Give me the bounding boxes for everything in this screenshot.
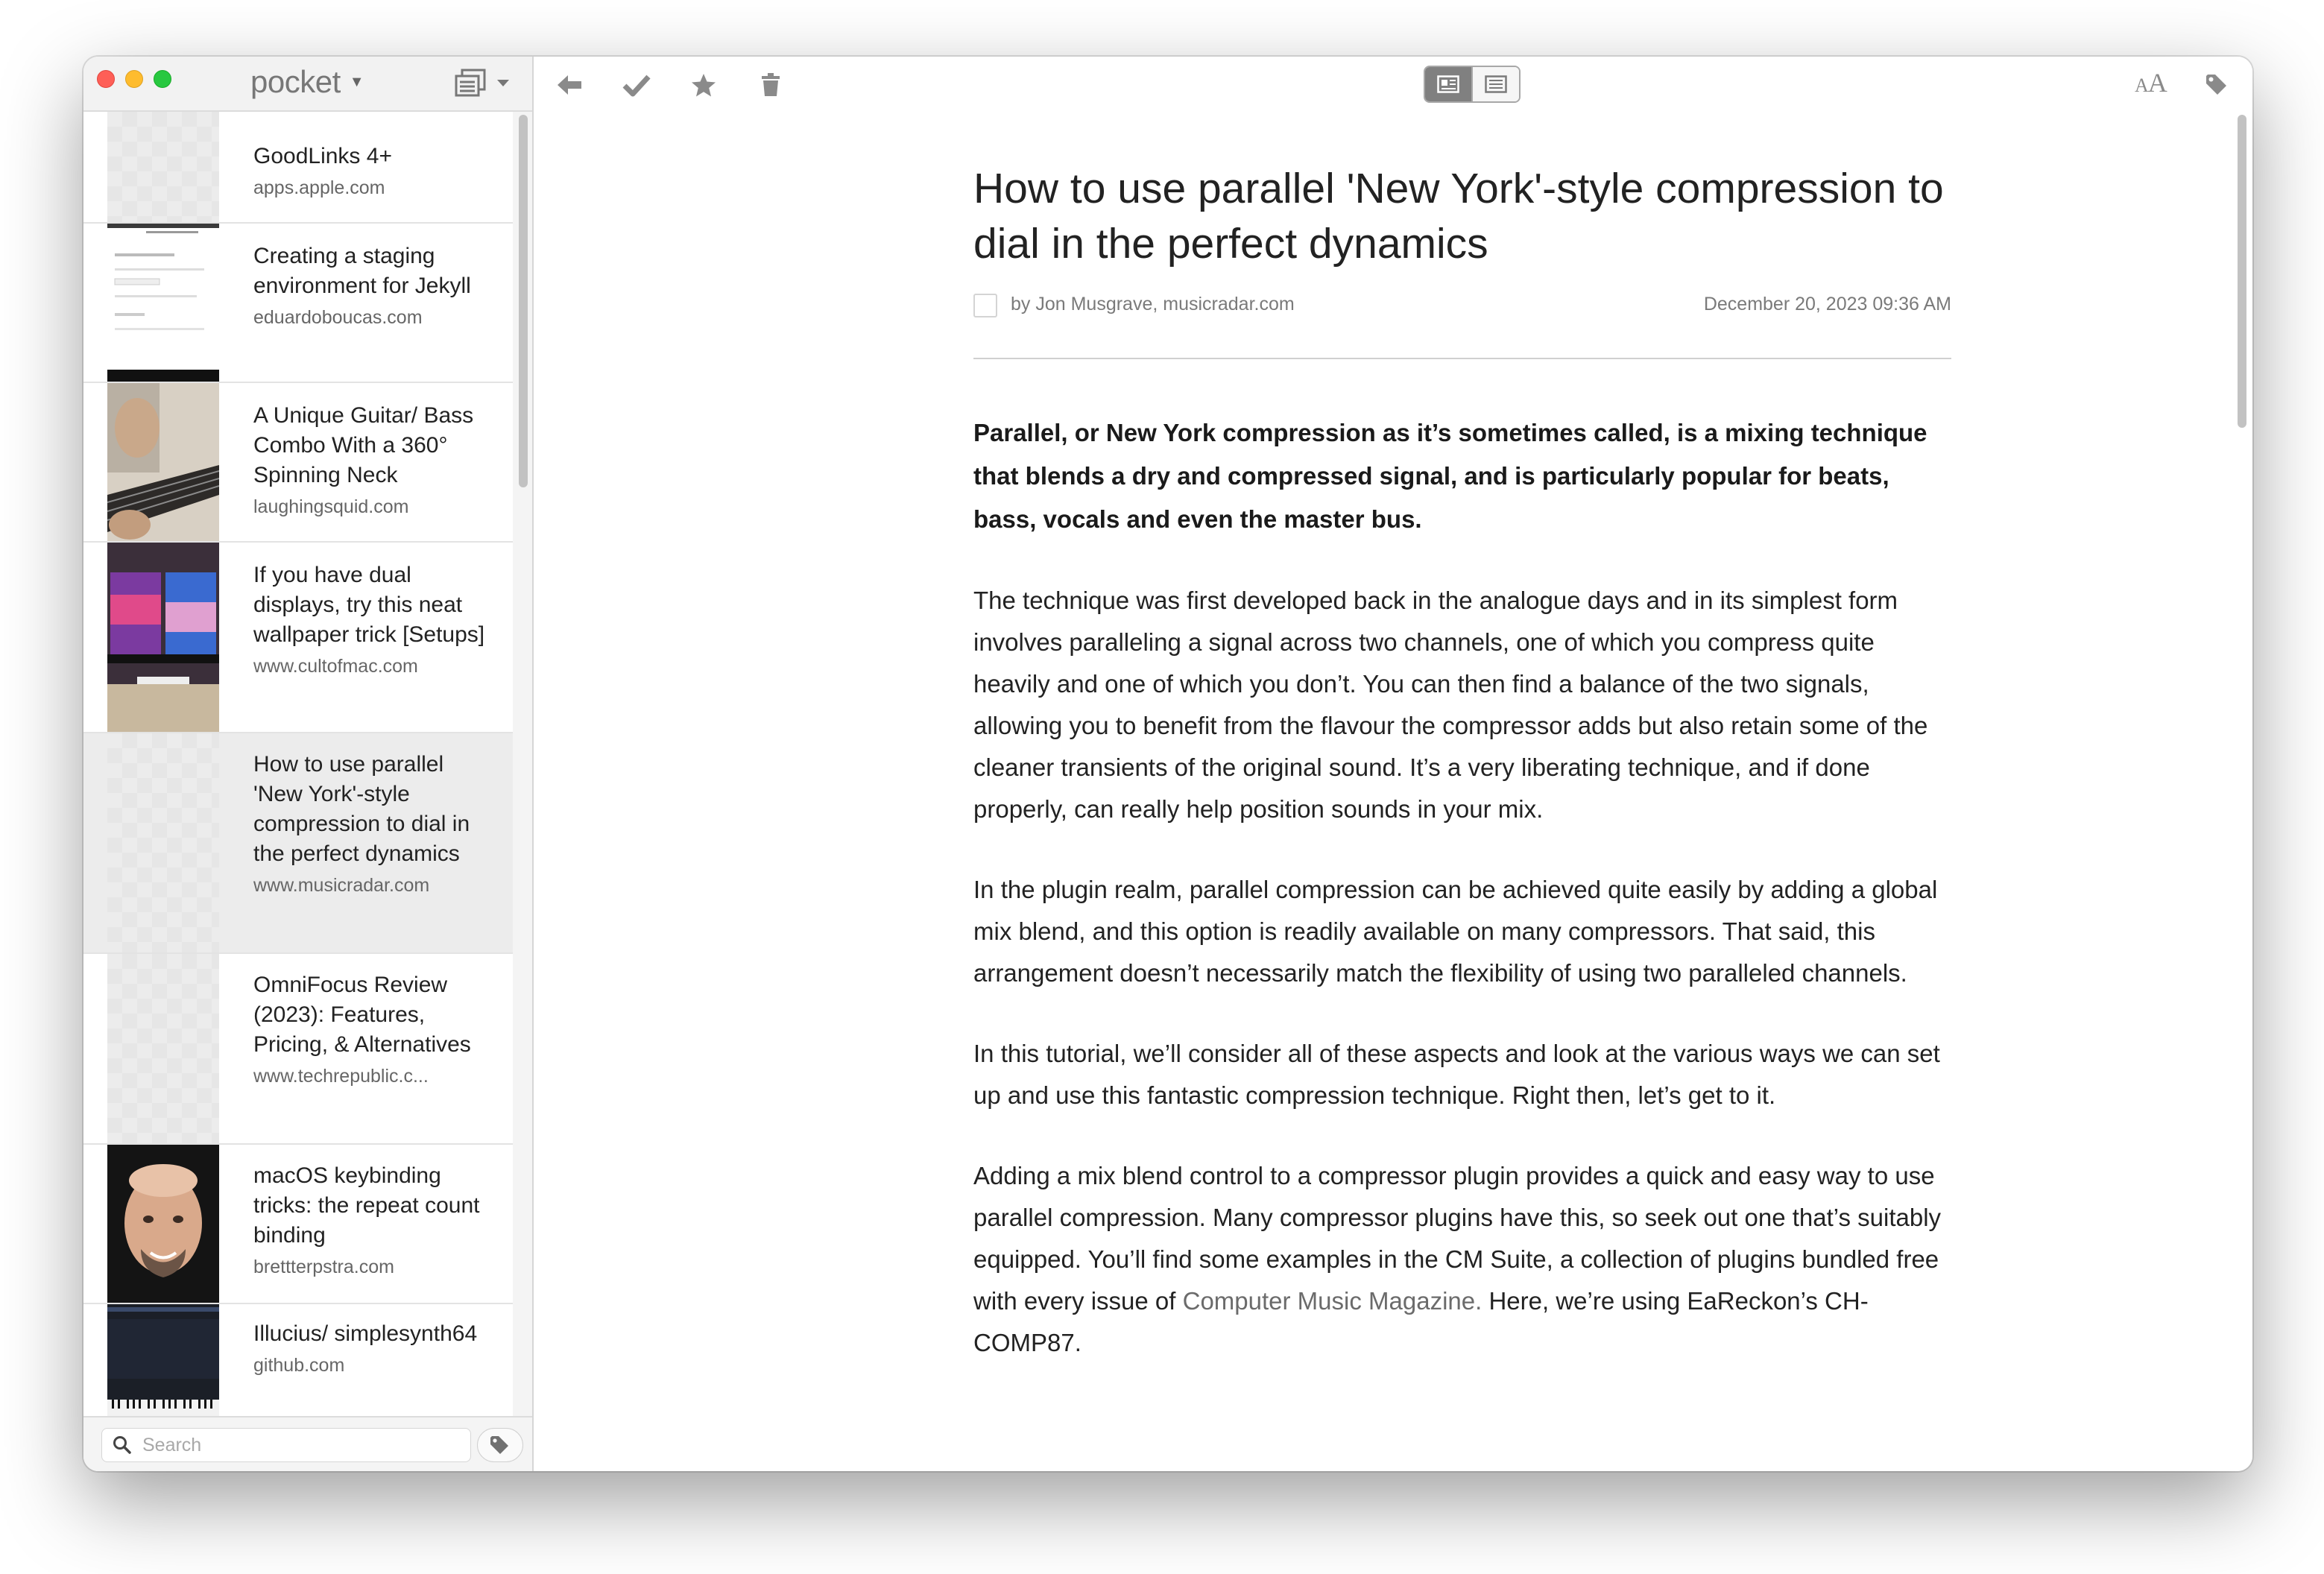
article-paragraph-with-link: Adding a mix blend control to a compress… [973, 1155, 1951, 1364]
list-item[interactable]: macOS keybinding tricks: the repeat coun… [83, 1145, 513, 1304]
sidebar-footer [83, 1416, 532, 1471]
back-button[interactable] [553, 69, 586, 101]
list-view-menu-button[interactable] [453, 69, 510, 98]
article-thumbnail [107, 543, 219, 732]
search-icon [113, 1436, 131, 1454]
list-item-domain: brettterpstra.com [253, 1257, 394, 1277]
article-thumbnail [107, 112, 219, 222]
list-item-title: How to use parallel 'New York'-style com… [253, 752, 470, 866]
list-view-icon [455, 69, 486, 97]
minimize-window-button[interactable] [125, 70, 143, 88]
sidebar-header: pocket ▼ [83, 57, 532, 112]
article-thumbnail [107, 733, 219, 952]
list-item-selected[interactable]: How to use parallel 'New York'-style com… [83, 733, 513, 954]
list-item[interactable]: Creating a staging environment for Jekyl… [83, 224, 513, 383]
computer-music-magazine-link[interactable]: Computer Music Magazine. [1183, 1287, 1483, 1315]
reader-pane: AA How to use parallel 'New York'-style … [534, 57, 2252, 1471]
article-paragraph: In the plugin realm, parallel compressio… [973, 876, 1938, 987]
article-view-icon [1437, 75, 1459, 93]
checkmark-icon [622, 75, 651, 97]
list-item-title: Creating a staging environment for Jekyl… [253, 244, 471, 298]
search-input[interactable] [142, 1434, 441, 1456]
article-paragraph: The technique was first developed back i… [973, 587, 1928, 823]
list-item-domain: www.cultofmac.com [253, 656, 418, 677]
view-mode-toggle [1424, 66, 1521, 103]
list-item-domain: www.techrepublic.c... [253, 1066, 429, 1087]
text-settings-label: A [2135, 75, 2149, 96]
list-item-title: GoodLinks 4+ [253, 144, 392, 168]
article-thumbnail [107, 954, 219, 1143]
toolbar: AA [534, 57, 2252, 112]
list-item-title: macOS keybinding tricks: the repeat coun… [253, 1163, 480, 1248]
article-thumbnail [107, 1304, 219, 1416]
article-paragraph: In this tutorial, we’ll consider all of … [973, 1040, 1940, 1109]
search-box[interactable] [101, 1428, 471, 1462]
star-icon [692, 74, 716, 97]
close-window-button[interactable] [97, 70, 115, 88]
list-item-title: OmniFocus Review (2023): Features, Prici… [253, 973, 471, 1057]
favorite-button[interactable] [687, 69, 720, 101]
sidebar: pocket ▼ GoodLinks 4+ apps.apple.com Cre… [83, 57, 534, 1471]
author-checkbox[interactable] [973, 294, 997, 317]
list-item-domain: eduardoboucas.com [253, 307, 423, 328]
chevron-down-icon [497, 80, 509, 86]
web-view-icon [1485, 75, 1507, 93]
back-arrow-icon [558, 75, 581, 95]
portrait-photo-image [107, 1145, 219, 1303]
list-item[interactable]: Illucius/ simplesynth64 github.com [83, 1304, 513, 1416]
chevron-down-icon: ▼ [349, 73, 364, 90]
web-view-button[interactable] [1471, 67, 1519, 101]
text-settings-button[interactable]: AA [2135, 67, 2167, 98]
list-item-title: Illucius/ simplesynth64 [253, 1321, 478, 1346]
list-item[interactable]: OmniFocus Review (2023): Features, Prici… [83, 954, 513, 1145]
app-window: pocket ▼ GoodLinks 4+ apps.apple.com Cre… [83, 57, 2252, 1471]
list-item-title: If you have dual displays, try this neat… [253, 563, 485, 647]
zoom-window-button[interactable] [154, 70, 171, 88]
article-byline: by Jon Musgrave, musicradar.com [1011, 294, 1295, 315]
list-item-domain: www.musicradar.com [253, 875, 430, 896]
article-thumbnail [107, 383, 219, 541]
text-settings-label-large: A [2147, 68, 2167, 98]
article-date: December 20, 2023 09:36 AM [1703, 294, 1951, 315]
article-list: GoodLinks 4+ apps.apple.com Creating a s… [83, 112, 513, 1416]
delete-button[interactable] [754, 69, 787, 101]
synth-screenshot-image [107, 1304, 219, 1416]
list-item-domain: apps.apple.com [253, 177, 385, 198]
article-title: How to use parallel 'New York'-style com… [973, 165, 1944, 268]
article-lead: Parallel, or New York compression as it’… [973, 419, 1927, 533]
list-item-title: A Unique Guitar/ Bass Combo With a 360° … [253, 403, 474, 487]
tag-icon [2206, 75, 2226, 95]
list-item[interactable]: If you have dual displays, try this neat… [83, 543, 513, 733]
title-divider [973, 358, 1951, 359]
sidebar-scrollbar[interactable] [519, 115, 528, 487]
tag-icon [490, 1436, 508, 1454]
list-item[interactable]: A Unique Guitar/ Bass Combo With a 360° … [83, 383, 513, 543]
tag-button[interactable] [2200, 69, 2233, 101]
dual-displays-photo-image [107, 543, 219, 732]
web-page-screenshot-image [107, 224, 219, 382]
byline-row: by Jon Musgrave, musicradar.com December… [973, 289, 1951, 319]
archive-button[interactable] [620, 69, 653, 101]
tag-filter-button[interactable] [477, 1428, 523, 1462]
trash-icon [762, 73, 780, 96]
reader-scrollbar[interactable] [2238, 115, 2246, 428]
article-view-button[interactable] [1425, 67, 1471, 101]
list-item-domain: github.com [253, 1355, 345, 1376]
pocket-menu[interactable]: pocket ▼ [250, 63, 364, 101]
guitar-photo-image [107, 383, 219, 541]
article-content: How to use parallel 'New York'-style com… [973, 161, 1951, 1364]
article-thumbnail [107, 1145, 219, 1303]
article-thumbnail [107, 224, 219, 382]
list-item[interactable]: GoodLinks 4+ apps.apple.com [83, 112, 513, 224]
brand-logo-text: pocket [250, 64, 341, 99]
list-item-domain: laughingsquid.com [253, 496, 409, 517]
